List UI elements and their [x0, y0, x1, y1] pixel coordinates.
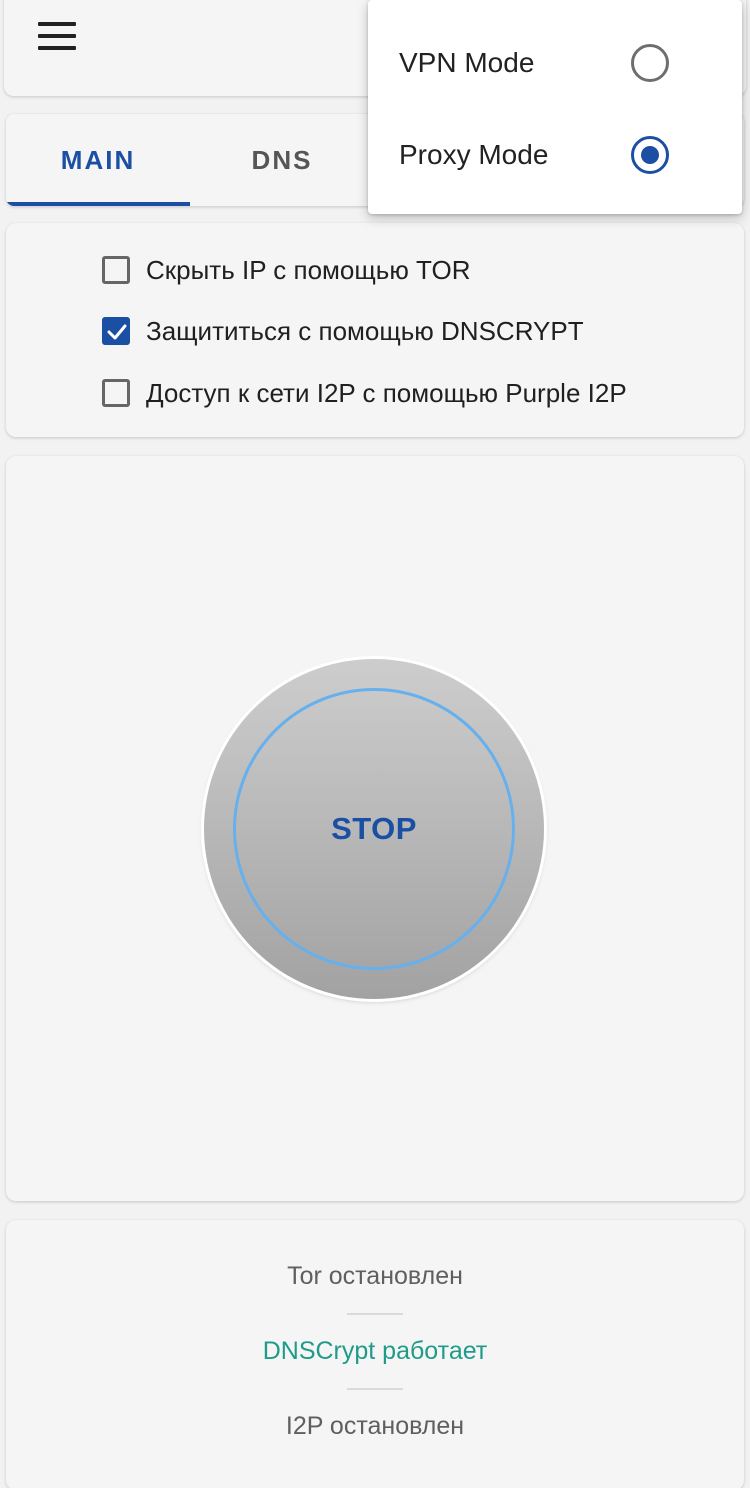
status-panel: Tor остановлен DNSCrypt работает I2P ост…: [6, 1220, 744, 1488]
status-dnscrypt: DNSCrypt работает: [262, 1337, 488, 1365]
option-dnscrypt-label: Защититься с помощью DNSCRYPT: [146, 315, 584, 346]
status-divider: [347, 1388, 403, 1390]
status-tor: Tor остановлен: [287, 1262, 463, 1290]
app-screen: MAIN DNS Скрыть IP с помощью TOR Защитит…: [0, 0, 750, 1488]
vpn-mode-label: VPN Mode: [399, 47, 535, 78]
status-divider: [347, 1313, 403, 1315]
main-control-panel: STOP: [6, 456, 744, 1201]
tab-active-indicator: [6, 202, 190, 206]
mode-popup-menu: VPN Mode Proxy Mode: [368, 0, 742, 214]
tab-main-label: MAIN: [60, 144, 136, 175]
stop-button-label: STOP: [331, 811, 417, 846]
status-i2p: I2P остановлен: [285, 1412, 465, 1440]
tab-dns-label: DNS: [251, 144, 313, 175]
stop-button[interactable]: STOP: [204, 659, 544, 999]
tor-checkbox[interactable]: [102, 256, 130, 284]
proxy-mode-radio[interactable]: [631, 136, 669, 174]
option-tor[interactable]: Скрыть IP с помощью TOR: [102, 250, 470, 290]
menu-item-proxy-mode[interactable]: Proxy Mode: [368, 109, 742, 201]
tab-main[interactable]: MAIN: [6, 114, 190, 206]
radio-selected-dot: [641, 146, 659, 164]
dnscrypt-checkbox[interactable]: [102, 317, 130, 345]
option-dnscrypt[interactable]: Защититься с помощью DNSCRYPT: [102, 311, 584, 351]
options-panel: Скрыть IP с помощью TOR Защититься с пом…: [6, 223, 744, 437]
option-i2p[interactable]: Доступ к сети I2P с помощью Purple I2P: [102, 373, 627, 413]
hamburger-menu-icon[interactable]: [38, 22, 76, 50]
vpn-mode-radio[interactable]: [631, 44, 669, 82]
tab-dns[interactable]: DNS: [190, 114, 374, 206]
proxy-mode-label: Proxy Mode: [399, 139, 549, 170]
checkmark-icon: [107, 324, 127, 340]
option-i2p-label: Доступ к сети I2P с помощью Purple I2P: [146, 377, 627, 408]
i2p-checkbox[interactable]: [102, 379, 130, 407]
option-tor-label: Скрыть IP с помощью TOR: [146, 254, 471, 285]
menu-item-vpn-mode[interactable]: VPN Mode: [368, 17, 742, 109]
